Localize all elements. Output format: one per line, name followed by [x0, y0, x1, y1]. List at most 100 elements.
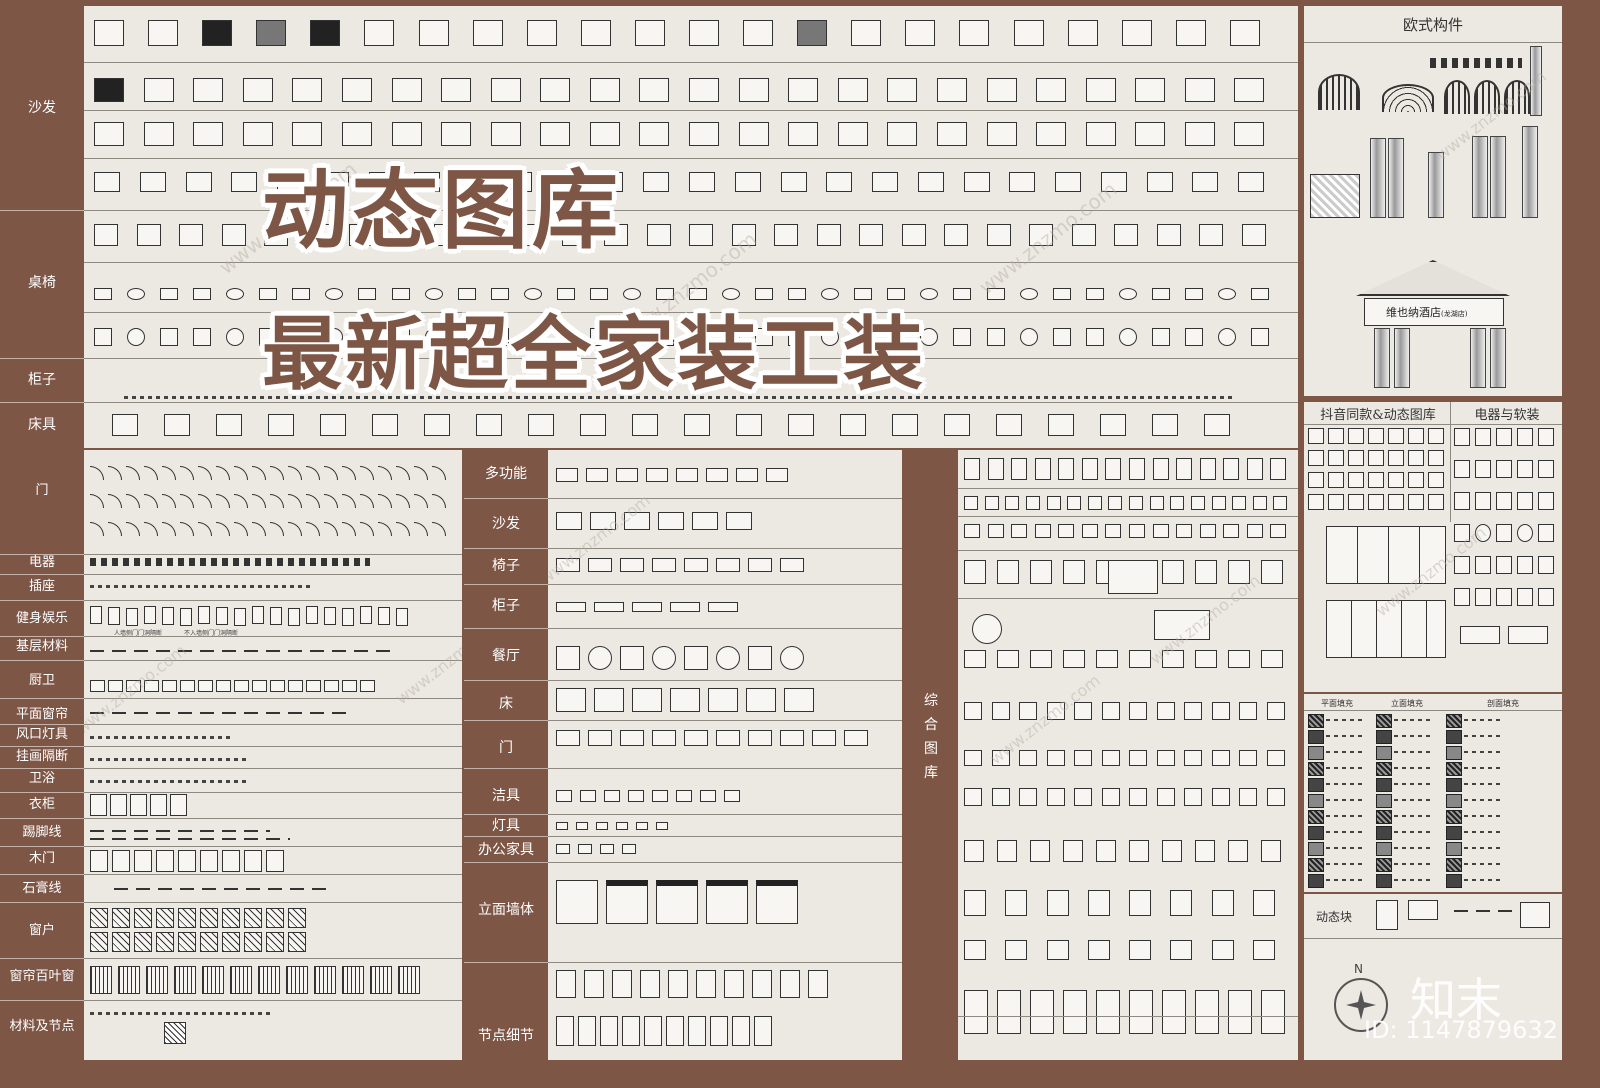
fill-header-plan[interactable]: 平面填充 [1304, 698, 1370, 709]
midleft-label[interactable]: 衣柜 [0, 798, 84, 811]
sidebar-divider [464, 768, 548, 769]
middle-label[interactable]: 灯具 [464, 819, 548, 833]
appliance-icon [1517, 524, 1533, 542]
midleft-label[interactable]: 窗户 [0, 924, 84, 937]
label-bed[interactable]: 床具 [0, 418, 84, 432]
midleft-label[interactable]: 石膏线 [0, 882, 84, 895]
midleft-label[interactable]: 电器 [0, 556, 84, 569]
column-icon [1370, 138, 1386, 218]
midleft-label[interactable]: 木门 [0, 852, 84, 865]
door-swing-icon [306, 494, 320, 508]
library-icon [1129, 524, 1145, 538]
middle-icon [586, 468, 608, 482]
vent-light-row [90, 736, 230, 739]
library-icon [1005, 496, 1020, 510]
midleft-label[interactable]: 基层材料 [0, 640, 84, 653]
douyin-icon [1328, 428, 1344, 444]
library-icon [1019, 788, 1037, 806]
library-panel: www.znzmo.com www.znzmo.com [958, 450, 1298, 1060]
door-swing-icon [342, 522, 356, 536]
row-divider [958, 550, 1298, 551]
library-icon [1058, 524, 1075, 538]
midleft-label[interactable]: 健身娱乐 [0, 612, 84, 625]
wood-door-icon [112, 850, 130, 872]
middle-label[interactable]: 多功能 [464, 467, 548, 481]
appliances-title[interactable]: 电器与软装 [1452, 404, 1562, 423]
table-set-icon [1118, 288, 1137, 300]
middle-label[interactable]: 柜子 [464, 599, 548, 613]
row-divider [548, 836, 902, 837]
library-icon [1063, 560, 1085, 584]
middle-icon [696, 970, 716, 998]
midleft-rows [84, 450, 462, 1060]
middle-label[interactable]: 节点细节 [464, 1029, 548, 1043]
sofa-icon [139, 172, 166, 192]
midleft-label[interactable]: 门 [0, 484, 84, 497]
midleft-label[interactable]: 踢脚线 [0, 826, 84, 839]
midleft-label[interactable]: 材料及节点 [0, 1020, 84, 1033]
row-divider [84, 874, 462, 875]
middle-label[interactable]: 餐厅 [464, 649, 548, 663]
door-swing-icon [144, 466, 158, 480]
row-divider [958, 1016, 1298, 1017]
midleft-label[interactable]: 厨卫 [0, 674, 84, 687]
middle-label[interactable]: 椅子 [464, 559, 548, 573]
row-divider [84, 62, 1298, 63]
middle-icon [556, 512, 582, 530]
gym-icon [342, 608, 354, 626]
window-icon [200, 932, 218, 952]
middle-label[interactable]: 洁具 [464, 789, 548, 803]
middle-icon [556, 468, 578, 482]
middle-icon [652, 730, 676, 746]
douyin-title[interactable]: 抖音同款&动态图库 [1304, 404, 1452, 423]
bed-icon [528, 414, 554, 436]
middle-label[interactable]: 床 [464, 697, 548, 711]
appliance-icon [1496, 492, 1512, 510]
gym-icon [270, 607, 282, 625]
label-sofa[interactable]: 沙发 [0, 101, 84, 115]
middle-icon [780, 646, 804, 670]
middle-label[interactable]: 门 [464, 741, 548, 755]
middle-label-list: 多功能沙发椅子柜子餐厅床门洁具灯具办公家具立面墙体节点细节 [464, 450, 548, 1088]
fill-header-section[interactable]: 剖面填充 [1444, 698, 1562, 709]
node-detail-icon [688, 1016, 706, 1046]
sofa-icon [193, 122, 224, 146]
library-icon [1162, 990, 1186, 1034]
label-table-chair[interactable]: 桌椅 [0, 276, 84, 290]
midleft-label[interactable]: 插座 [0, 580, 84, 593]
table-set-icon [1217, 288, 1236, 300]
row-divider [548, 548, 902, 549]
sidebar-divider [0, 818, 84, 819]
label-cabinet[interactable]: 柜子 [0, 373, 84, 387]
middle-label[interactable]: 沙发 [464, 517, 548, 531]
door-swing-icon [270, 466, 284, 480]
middle-label[interactable]: 立面墙体 [464, 903, 548, 917]
midleft-label[interactable]: 挂画隔断 [0, 750, 84, 763]
library-icon [1096, 840, 1116, 862]
sofa-icon [441, 78, 472, 102]
midleft-label[interactable]: 风口灯具 [0, 728, 84, 741]
sofa-icon [1055, 172, 1082, 192]
fill-swatch-caption [1394, 751, 1434, 753]
gym-icon [144, 606, 156, 624]
sofa-icon [738, 78, 769, 102]
table-set-icon [1114, 224, 1138, 246]
fill-swatch-caption [1394, 719, 1434, 721]
middle-label[interactable]: 办公家具 [464, 843, 548, 857]
sidebar-divider [0, 958, 84, 959]
middle-icon [748, 646, 772, 670]
midleft-label[interactable]: 平面窗帘 [0, 708, 84, 721]
middle-icon [576, 822, 588, 830]
bed-icon [112, 414, 138, 436]
sofa-icon [143, 122, 174, 146]
node-detail-icon [666, 1016, 684, 1046]
midleft-label[interactable]: 卫浴 [0, 772, 84, 785]
european-title[interactable]: 欧式构件 [1304, 14, 1562, 35]
node-detail-icon [754, 1016, 772, 1046]
dynamic-block-title[interactable]: 动态块 [1316, 908, 1352, 925]
douyin-icon [1368, 472, 1384, 488]
door-swing-icon [288, 522, 302, 536]
midleft-label[interactable]: 窗帘百叶窗 [0, 970, 84, 983]
window-icon [178, 932, 196, 952]
fill-header-elevation[interactable]: 立面填充 [1374, 698, 1440, 709]
